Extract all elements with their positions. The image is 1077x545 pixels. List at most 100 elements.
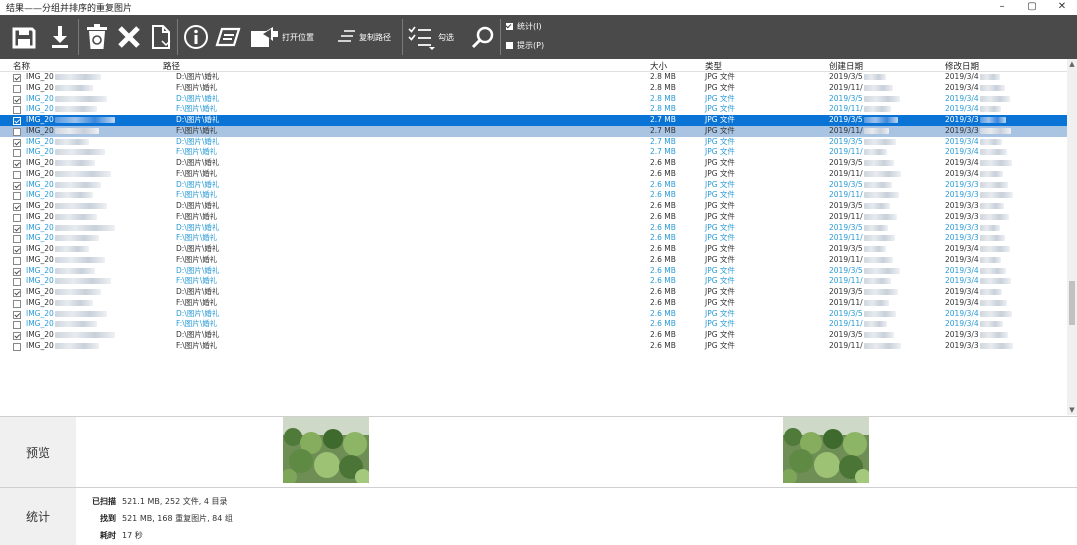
delete-button[interactable] xyxy=(117,20,141,54)
table-row[interactable]: IMG_20 F:\图片\婚礼 2.7 MB JPG 文件 2019/11/2019/3… xyxy=(0,147,1067,158)
scrollbar-thumb[interactable] xyxy=(1069,281,1075,325)
rename-button[interactable] xyxy=(215,20,241,54)
row-checkbox[interactable] xyxy=(13,203,21,211)
row-type: JPG 文件 xyxy=(705,330,735,339)
row-type: JPG 文件 xyxy=(705,244,735,253)
row-checkbox[interactable] xyxy=(13,246,21,254)
select-menu-button[interactable]: 勾选 xyxy=(407,20,454,54)
table-row[interactable]: IMG_20 D:\图片\婚礼 2.6 MB JPG 文件 2019/3/5 2019/3… xyxy=(0,266,1067,277)
table-row[interactable]: IMG_20 D:\图片\婚礼 2.7 MB JPG 文件 2019/3/5 2019/3… xyxy=(0,137,1067,148)
table-row[interactable]: IMG_20 F:\图片\婚礼 2.8 MB JPG 文件 2019/11/2019/3… xyxy=(0,83,1067,94)
row-checkbox[interactable] xyxy=(13,213,21,222)
table-row[interactable]: IMG_20 F:\图片\婚礼 2.6 MB JPG 文件 2019/11/2019/3… xyxy=(0,298,1067,309)
download-button[interactable] xyxy=(50,20,70,54)
info-button[interactable] xyxy=(183,20,209,54)
row-checkbox[interactable] xyxy=(13,84,21,93)
table-row[interactable]: IMG_20 D:\图片\婚礼 2.8 MB JPG 文件 2019/3/5 2019/3… xyxy=(0,94,1067,105)
table-row[interactable]: IMG_20 D:\图片\婚礼 2.7 MB JPG 文件 2019/3/5 2019/3… xyxy=(0,115,1067,126)
list-scrollbar[interactable]: ▲ ▼ xyxy=(1067,59,1077,415)
row-checkbox[interactable] xyxy=(13,106,21,115)
duplicate-file-list[interactable]: 名称 路径 大小 类型 创建日期 修改日期 IMG_20 D:\图片\婚礼 2.8 … xyxy=(0,59,1067,415)
row-checkbox[interactable] xyxy=(13,310,21,319)
open-location-button[interactable]: 打开位置 xyxy=(249,20,314,54)
redacted-date xyxy=(979,192,1013,199)
table-row[interactable]: IMG_20 D:\图片\婚礼 2.6 MB JPG 文件 2019/3/5 2019/3… xyxy=(0,180,1067,191)
row-checkbox[interactable] xyxy=(13,342,21,351)
column-header-modified[interactable]: 修改日期 xyxy=(945,60,979,72)
table-row[interactable]: IMG_20 D:\图片\婚礼 2.6 MB JPG 文件 2019/3/5 2019/3… xyxy=(0,223,1067,234)
row-checkbox[interactable] xyxy=(13,74,21,82)
row-checkbox[interactable] xyxy=(13,278,21,287)
redacted-date xyxy=(979,278,1011,285)
row-checkbox[interactable] xyxy=(13,160,21,168)
row-checkbox[interactable] xyxy=(13,117,21,125)
row-checkbox[interactable] xyxy=(13,149,21,158)
hint-option[interactable]: 提示(P) xyxy=(506,39,544,51)
table-row[interactable]: IMG_20 F:\图片\婚礼 2.6 MB JPG 文件 2019/11/2019/3… xyxy=(0,212,1067,223)
table-row[interactable]: IMG_20 D:\图片\婚礼 2.6 MB JPG 文件 2019/3/5 2019/3… xyxy=(0,201,1067,212)
save-button[interactable] xyxy=(12,20,36,54)
redacted-date xyxy=(979,267,1006,274)
search-button[interactable] xyxy=(471,20,495,54)
table-row[interactable]: IMG_20 F:\图片\婚礼 2.6 MB JPG 文件 2019/11/2019/3… xyxy=(0,276,1067,287)
minimize-button[interactable]: – xyxy=(987,0,1017,15)
table-row[interactable]: IMG_20 F:\图片\婚礼 2.8 MB JPG 文件 2019/11/2019/3… xyxy=(0,104,1067,115)
table-row[interactable]: IMG_20 F:\图片\婚礼 2.7 MB JPG 文件 2019/11/2019/3… xyxy=(0,125,1067,137)
column-header-name[interactable]: 名称 xyxy=(13,60,30,72)
preview-thumbnail-left[interactable] xyxy=(283,417,369,483)
redacted-date xyxy=(863,278,891,285)
close-window-button[interactable]: ✕ xyxy=(1047,0,1077,15)
copy-file-button[interactable] xyxy=(150,20,172,54)
row-checkbox[interactable] xyxy=(13,321,21,330)
row-modified-text: 2019/3/4 xyxy=(945,308,979,318)
table-row[interactable]: IMG_20 D:\图片\婚礼 2.6 MB JPG 文件 2019/3/5 2019/3… xyxy=(0,158,1067,169)
hint-checkbox[interactable] xyxy=(506,41,513,49)
maximize-button[interactable]: ▢ xyxy=(1017,0,1047,15)
column-header-created[interactable]: 创建日期 xyxy=(829,60,863,72)
table-row[interactable]: IMG_20 F:\图片\婚礼 2.6 MB JPG 文件 2019/11/2019/3… xyxy=(0,341,1067,352)
table-row[interactable]: IMG_20 D:\图片\婚礼 2.6 MB JPG 文件 2019/3/5 2019/3… xyxy=(0,330,1067,341)
table-row[interactable]: IMG_20 F:\图片\婚礼 2.6 MB JPG 文件 2019/11/2019/3… xyxy=(0,319,1067,330)
scroll-up-icon[interactable]: ▲ xyxy=(1067,59,1077,69)
column-header-path[interactable]: 路径 xyxy=(163,60,180,72)
scroll-down-icon[interactable]: ▼ xyxy=(1067,405,1077,415)
row-created: 2019/3/5 xyxy=(829,287,898,298)
row-checkbox[interactable] xyxy=(13,289,21,297)
row-checkbox[interactable] xyxy=(13,235,21,244)
row-checkbox[interactable] xyxy=(13,192,21,201)
table-row[interactable]: IMG_20 F:\图片\婚礼 2.6 MB JPG 文件 2019/11/2019/3… xyxy=(0,190,1067,201)
row-checkbox[interactable] xyxy=(13,170,21,179)
row-modified: 2019/3/3 xyxy=(945,341,1013,352)
table-row[interactable]: IMG_20 F:\图片\婚礼 2.6 MB JPG 文件 2019/11/2019/3… xyxy=(0,169,1067,180)
row-checkbox[interactable] xyxy=(13,332,21,340)
row-checkbox[interactable] xyxy=(13,95,21,104)
row-checkbox[interactable] xyxy=(13,299,21,308)
table-row[interactable]: IMG_20 D:\图片\婚礼 2.6 MB JPG 文件 2019/3/5 2019/3… xyxy=(0,309,1067,320)
row-type: JPG 文件 xyxy=(705,158,735,167)
stats-checkbox[interactable] xyxy=(506,22,513,30)
table-row[interactable]: IMG_20 D:\图片\婚礼 2.6 MB JPG 文件 2019/3/5 2019/3… xyxy=(0,244,1067,255)
row-checkbox[interactable] xyxy=(13,224,21,233)
row-modified-text: 2019/3/3 xyxy=(945,125,979,135)
table-row[interactable]: IMG_20 F:\图片\婚礼 2.6 MB JPG 文件 2019/11/2019/3… xyxy=(0,233,1067,244)
stats-option[interactable]: 统计(I) xyxy=(506,20,542,32)
row-checkbox[interactable] xyxy=(13,127,21,136)
row-checkbox[interactable] xyxy=(13,181,21,190)
preview-thumbnail-right[interactable] xyxy=(783,417,869,483)
redacted-name xyxy=(54,95,107,102)
row-path: F:\图片\婚礼 xyxy=(176,297,218,307)
redacted-date xyxy=(979,246,1010,252)
column-header-size[interactable]: 大小 xyxy=(650,60,667,72)
row-size: 2.7 MB xyxy=(650,147,676,157)
toolbar-separator xyxy=(78,19,79,55)
row-checkbox[interactable] xyxy=(13,138,21,147)
table-row[interactable]: IMG_20 F:\图片\婚礼 2.6 MB JPG 文件 2019/11/2019/3… xyxy=(0,255,1067,266)
column-header-type[interactable]: 类型 xyxy=(705,60,722,72)
recycle-button[interactable] xyxy=(86,20,108,54)
row-checkbox[interactable] xyxy=(13,267,21,276)
row-modified: 2019/3/3 xyxy=(945,115,1006,126)
table-row[interactable]: IMG_20 D:\图片\婚礼 2.6 MB JPG 文件 2019/3/5 2019/3… xyxy=(0,287,1067,298)
row-checkbox[interactable] xyxy=(13,256,21,265)
copy-path-button[interactable]: 复制路径 xyxy=(336,20,391,54)
table-row[interactable]: IMG_20 D:\图片\婚礼 2.8 MB JPG 文件 2019/3/5 2019/3… xyxy=(0,72,1067,83)
